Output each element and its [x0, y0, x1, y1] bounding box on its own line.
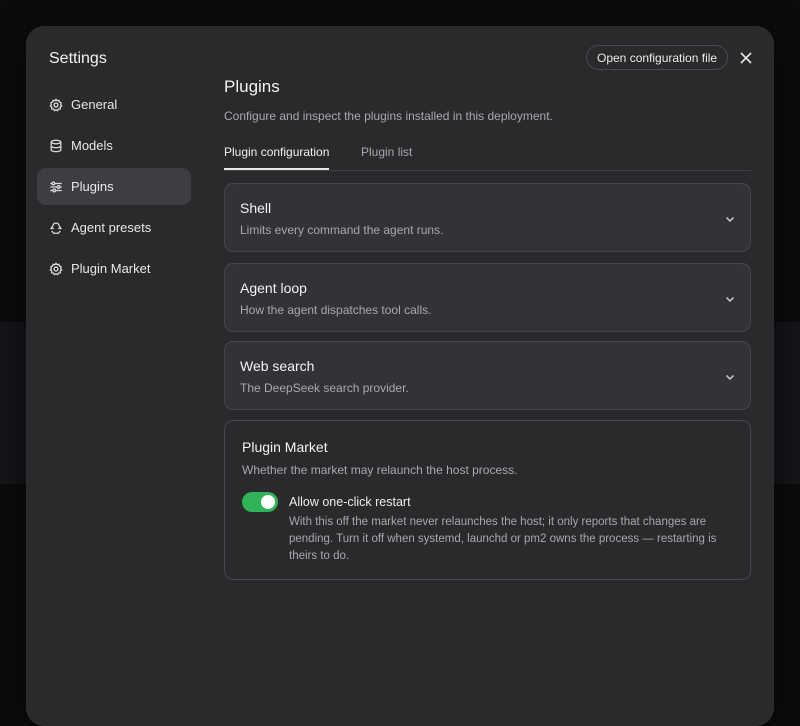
toggle-label: Allow one-click restart: [289, 495, 411, 509]
tab-plugin-configuration[interactable]: Plugin configuration: [224, 145, 330, 170]
close-icon[interactable]: [738, 50, 754, 66]
sidebar-item-label: Plugin Market: [71, 261, 151, 276]
database-icon: [49, 139, 63, 153]
section-agent-loop[interactable]: Agent loop How the agent dispatches tool…: [224, 263, 751, 332]
sidebar-item-general[interactable]: General: [37, 86, 191, 123]
section-title: Shell: [240, 200, 272, 216]
one-click-restart-toggle[interactable]: [242, 492, 278, 512]
gear-icon: [49, 261, 63, 276]
settings-sidebar: General Models Plugins Agent presets Plu…: [37, 86, 191, 291]
tab-plugin-list[interactable]: Plugin list: [361, 145, 412, 169]
gear-icon: [49, 97, 63, 112]
chevron-down-icon: [724, 370, 736, 382]
page-title: Plugins: [224, 77, 280, 96]
settings-dialog: Settings General Models Plugins Agent pr…: [26, 26, 774, 726]
sidebar-item-label: Plugins: [71, 179, 114, 194]
dialog-title: Settings: [49, 50, 107, 67]
market-title: Plugin Market: [242, 439, 328, 455]
toggle-knob: [261, 495, 275, 509]
sidebar-item-plugin-market[interactable]: Plugin Market: [37, 250, 191, 287]
toggle-help-text: With this off the market never relaunche…: [289, 516, 717, 562]
section-shell[interactable]: Shell Limits every command the agent run…: [224, 183, 751, 252]
sidebar-item-plugins[interactable]: Plugins: [37, 168, 191, 205]
section-title: Web search: [240, 358, 315, 374]
chevron-down-icon: [724, 212, 736, 224]
sidebar-item-label: General: [71, 97, 118, 112]
plugin-market-card: Plugin Market Whether the market may rel…: [224, 420, 751, 580]
sidebar-item-label: Agent presets: [71, 220, 152, 235]
sidebar-item-models[interactable]: Models: [37, 127, 191, 164]
section-description: The DeepSeek search provider.: [240, 381, 409, 395]
section-description: How the agent dispatches tool calls.: [240, 303, 432, 317]
section-web-search[interactable]: Web search The DeepSeek search provider.: [224, 341, 751, 410]
recycle-icon: [49, 221, 63, 235]
market-description: Whether the market may relaunch the host…: [242, 463, 518, 477]
chevron-down-icon: [724, 292, 736, 304]
sidebar-item-label: Models: [71, 138, 113, 153]
sidebar-item-agent-presets[interactable]: Agent presets: [37, 209, 191, 246]
sliders-icon: [49, 180, 63, 194]
section-title: Agent loop: [240, 280, 307, 296]
open-config-file-button[interactable]: Open configuration file: [586, 45, 729, 70]
tab-bar: Plugin configuration Plugin list: [224, 138, 751, 171]
page-subtitle: Configure and inspect the plugins instal…: [224, 109, 553, 123]
section-description: Limits every command the agent runs.: [240, 223, 444, 237]
